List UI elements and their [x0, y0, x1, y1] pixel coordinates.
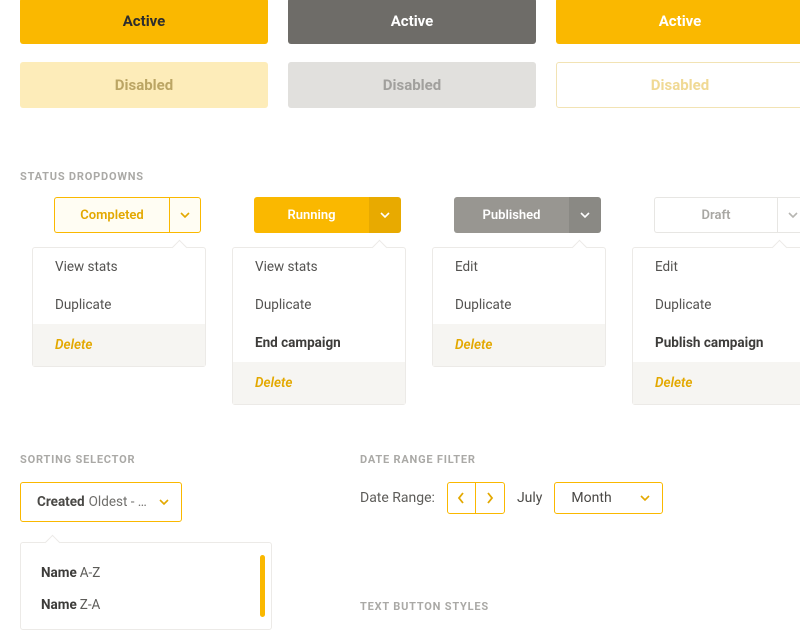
status-label: Completed — [54, 197, 169, 233]
sort-option[interactable]: NameZ-A — [21, 589, 271, 621]
date-nav — [447, 482, 505, 514]
status-label: Draft — [654, 197, 777, 233]
chevron-down-icon — [159, 497, 169, 507]
sort-field: Created — [37, 494, 85, 510]
disabled-button-secondary: Disabled — [288, 62, 536, 108]
chevron-down-icon[interactable] — [369, 197, 401, 233]
active-button-primary[interactable]: Active — [20, 0, 268, 44]
menu-item-publish-campaign[interactable]: Publish campaign — [633, 324, 800, 362]
menu-item-delete[interactable]: Delete — [633, 362, 800, 404]
status-dropdown-published[interactable]: Published — [454, 197, 601, 233]
menu-item-edit[interactable]: Edit — [433, 248, 605, 286]
section-label-text-button-styles: TEXT BUTTON STYLES — [360, 600, 663, 613]
menu-item-end-campaign[interactable]: End campaign — [233, 324, 405, 362]
status-menu-published: Edit Duplicate Delete — [432, 247, 606, 367]
status-menu-draft: Edit Duplicate Publish campaign Delete — [632, 247, 800, 405]
scrollbar[interactable] — [260, 555, 265, 617]
disabled-button-primary: Disabled — [20, 62, 268, 108]
sort-option[interactable]: NameA-Z — [21, 557, 271, 589]
sorting-selector[interactable]: Created Oldest - … — [20, 482, 182, 522]
next-button[interactable] — [476, 483, 504, 513]
status-menu-running: View stats Duplicate End campaign Delete — [232, 247, 406, 405]
period-unit-dropdown[interactable]: Month — [554, 482, 662, 514]
chevron-down-icon — [640, 493, 650, 503]
period-unit: Month — [571, 490, 611, 506]
prev-button[interactable] — [448, 483, 476, 513]
menu-item-view-stats[interactable]: View stats — [233, 248, 405, 286]
chevron-down-icon[interactable] — [569, 197, 601, 233]
menu-item-duplicate[interactable]: Duplicate — [433, 286, 605, 324]
menu-item-delete[interactable]: Delete — [233, 362, 405, 404]
status-label: Running — [254, 197, 369, 233]
status-menu-completed: View stats Duplicate Delete — [32, 247, 206, 367]
menu-item-view-stats[interactable]: View stats — [33, 248, 205, 286]
menu-item-delete[interactable]: Delete — [433, 324, 605, 366]
menu-item-duplicate[interactable]: Duplicate — [233, 286, 405, 324]
current-period: July — [517, 490, 542, 506]
chevron-down-icon[interactable] — [169, 197, 201, 233]
status-dropdown-draft[interactable]: Draft — [654, 197, 800, 233]
menu-item-duplicate[interactable]: Duplicate — [33, 286, 205, 324]
menu-item-edit[interactable]: Edit — [633, 248, 800, 286]
status-dropdown-completed[interactable]: Completed — [54, 197, 201, 233]
sort-menu: NameA-Z NameZ-A — [20, 542, 272, 630]
date-range-label: Date Range: — [360, 490, 435, 506]
sort-order: Oldest - … — [89, 494, 147, 510]
menu-item-delete[interactable]: Delete — [33, 324, 205, 366]
status-label: Published — [454, 197, 569, 233]
chevron-down-icon[interactable] — [777, 197, 800, 233]
section-label-sorting-selector: SORTING SELECTOR — [20, 453, 320, 466]
status-dropdown-running[interactable]: Running — [254, 197, 401, 233]
active-button-secondary[interactable]: Active — [288, 0, 536, 44]
section-label-status-dropdowns: STATUS DROPDOWNS — [0, 170, 800, 183]
menu-item-duplicate[interactable]: Duplicate — [633, 286, 800, 324]
active-button-tertiary[interactable]: Active — [556, 0, 800, 44]
section-label-date-range-filter: DATE RANGE FILTER — [360, 453, 663, 466]
disabled-button-tertiary: Disabled — [556, 62, 800, 108]
